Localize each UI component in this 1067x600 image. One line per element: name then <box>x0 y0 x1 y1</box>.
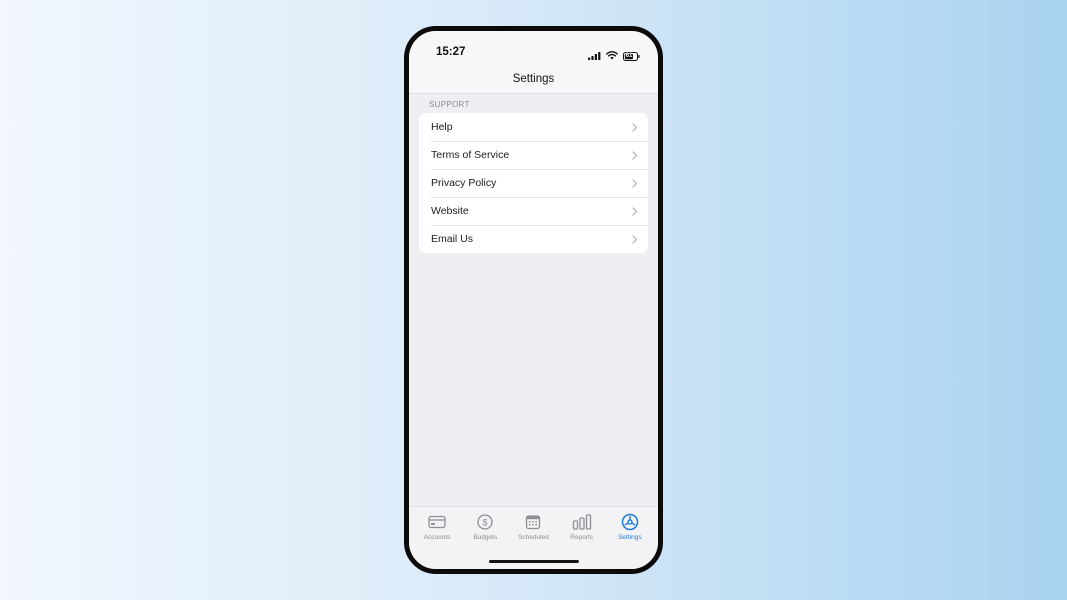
chevron-right-icon <box>632 150 638 160</box>
battery-level: 61 <box>625 52 633 59</box>
gear-icon <box>621 513 639 531</box>
help-row[interactable]: Help <box>419 113 648 141</box>
tab-reports[interactable]: Reports <box>558 513 606 541</box>
navigation-bar: Settings <box>409 65 658 94</box>
section-header-support: SUPPORT <box>429 100 470 109</box>
privacy-policy-label: Privacy Policy <box>431 177 497 189</box>
cellular-signal-icon <box>588 47 601 65</box>
dollar-circle-icon: $ <box>477 513 493 531</box>
tab-accounts[interactable]: Accounts <box>413 513 461 541</box>
website-label: Website <box>431 205 469 217</box>
svg-text:$: $ <box>483 517 488 527</box>
tab-label-accounts: Accounts <box>423 534 451 541</box>
terms-of-service-row[interactable]: Terms of Service <box>419 141 648 169</box>
wifi-icon <box>606 47 618 65</box>
phone-frame: 15:27 61 Settings SUPPORT Help Terms of … <box>404 26 663 574</box>
tab-label-budgets: Budgets <box>473 534 498 541</box>
battery-icon: 61 <box>623 51 640 61</box>
terms-of-service-label: Terms of Service <box>431 149 510 161</box>
bar-chart-icon <box>572 513 592 531</box>
chevron-right-icon <box>632 206 638 216</box>
email-us-row[interactable]: Email Us <box>419 225 648 253</box>
calendar-icon <box>525 513 541 531</box>
status-icons: 61 <box>588 47 640 65</box>
status-bar: 15:27 61 <box>409 31 658 65</box>
website-row[interactable]: Website <box>419 197 648 225</box>
chevron-right-icon <box>632 122 638 132</box>
tab-label-scheduled: Scheduled <box>518 534 549 541</box>
tab-scheduled[interactable]: Scheduled <box>509 513 557 541</box>
email-us-label: Email Us <box>431 233 474 245</box>
home-indicator[interactable] <box>488 559 579 563</box>
chevron-right-icon <box>632 234 638 244</box>
status-time: 15:27 <box>436 46 466 58</box>
tab-label-reports: Reports <box>570 534 594 541</box>
chevron-right-icon <box>632 178 638 188</box>
tab-bar: Accounts $ Budgets Scheduled Reports Set… <box>409 506 658 569</box>
tab-budgets[interactable]: $ Budgets <box>461 513 509 541</box>
page-title: Settings <box>512 73 555 85</box>
settings-content[interactable]: SUPPORT Help Terms of Service Privacy Po… <box>409 94 658 569</box>
tab-label-settings: Settings <box>618 534 642 541</box>
help-label: Help <box>431 121 453 133</box>
support-list: Help Terms of Service Privacy Policy Web… <box>419 113 648 253</box>
tab-settings[interactable]: Settings <box>606 513 654 541</box>
card-icon <box>428 513 446 531</box>
privacy-policy-row[interactable]: Privacy Policy <box>419 169 648 197</box>
